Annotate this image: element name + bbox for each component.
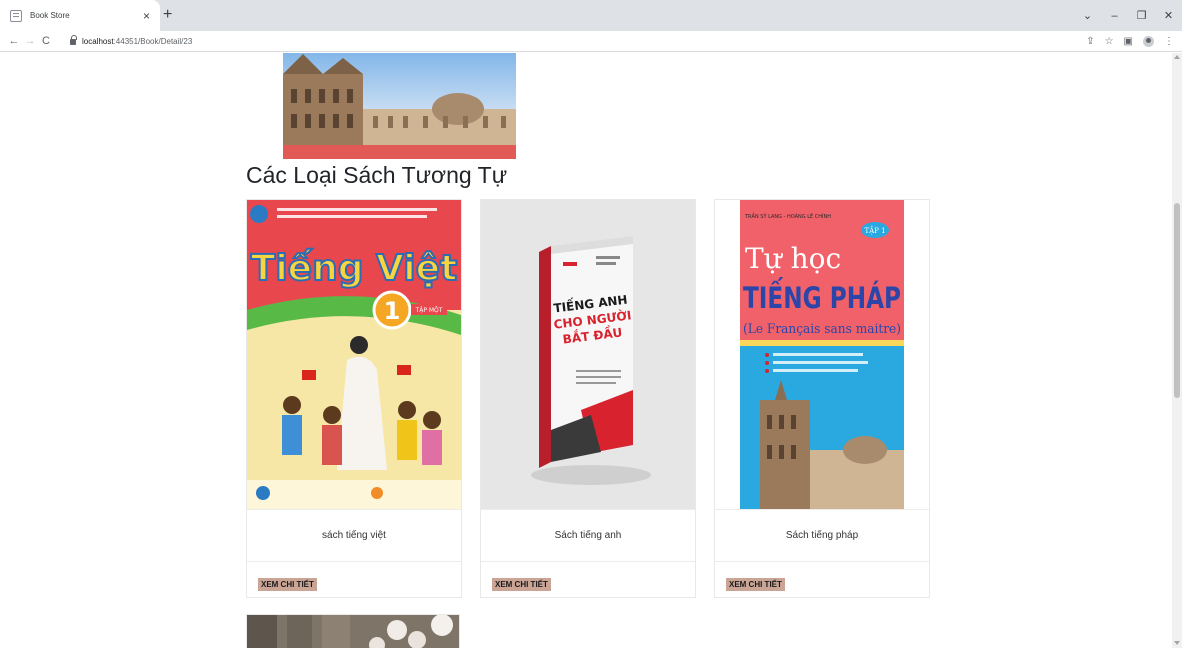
page-viewport: Các Loại Sách Tương Tự Tiếng Việt 1 TẬP … <box>0 53 1172 648</box>
book-card: TRẦN SỸ LANG - HOÀNG LÊ CHÍNH TẬP 1 Tự h… <box>714 199 930 598</box>
url-text[interactable]: localhost:44351/Book/Detail/23 <box>82 37 192 46</box>
tab-strip: Book Store × + ⌄ – ❐ ✕ <box>0 0 1182 31</box>
menu-icon[interactable]: ⋮ <box>1164 36 1174 47</box>
minimize-button[interactable]: – <box>1101 10 1128 22</box>
book-name[interactable]: Sách tiếng pháp <box>715 509 929 561</box>
profile-icon[interactable] <box>1143 36 1154 47</box>
browser-toolbar: ← → C localhost:44351/Book/Detail/23 ⇪ ☆… <box>0 31 1182 52</box>
scroll-down-icon[interactable] <box>1174 641 1180 645</box>
book-card: TIẾNG ANH CHO NGƯỜI BẮT ĐẦU Sách tiếng a… <box>480 199 696 598</box>
book-cover-image[interactable]: Tiếng Việt 1 TẬP MỘT <box>247 200 461 509</box>
book-cover-image[interactable]: TIẾNG ANH CHO NGƯỜI BẮT ĐẦU <box>481 200 695 509</box>
book-card-partial <box>246 614 460 648</box>
sidepanel-icon[interactable]: ▣ <box>1124 36 1133 47</box>
book-name[interactable]: sách tiếng việt <box>247 509 461 561</box>
address-bar[interactable]: localhost:44351/Book/Detail/23 <box>70 35 192 46</box>
book-cover-image <box>283 53 516 159</box>
toolbar-actions: ⇪ ☆ ▣ ⋮ <box>1086 31 1174 52</box>
close-tab-icon[interactable]: × <box>143 10 150 22</box>
lock-icon[interactable] <box>70 35 77 45</box>
svg-text:Tiếng Việt: Tiếng Việt <box>251 248 457 289</box>
new-tab-button[interactable]: + <box>163 6 172 24</box>
tab-book-store[interactable]: Book Store × <box>0 0 160 31</box>
scroll-thumb[interactable] <box>1174 203 1180 398</box>
restore-button[interactable]: ❐ <box>1128 9 1155 22</box>
svg-text:TRẦN SỸ LANG - HOÀNG LÊ CHÍNH: TRẦN SỸ LANG - HOÀNG LÊ CHÍNH <box>744 212 831 220</box>
book-card: Tiếng Việt 1 TẬP MỘT sách tiếng việt XEM… <box>246 199 462 598</box>
star-icon[interactable]: ☆ <box>1105 36 1114 47</box>
view-detail-button[interactable]: XEM CHI TIẾT <box>726 578 785 591</box>
window-controls: ⌄ – ❐ ✕ <box>1074 0 1182 31</box>
svg-text:1: 1 <box>384 297 401 325</box>
svg-text:TIẾNG PHÁP: TIẾNG PHÁP <box>743 278 901 315</box>
building-illustration <box>283 54 516 145</box>
svg-text:Tự học: Tự học <box>745 242 841 275</box>
close-window-button[interactable]: ✕ <box>1155 9 1182 22</box>
book-cover-image[interactable]: TRẦN SỸ LANG - HOÀNG LÊ CHÍNH TẬP 1 Tự h… <box>715 200 929 509</box>
similar-books-heading: Các Loại Sách Tương Tự <box>246 162 508 188</box>
view-detail-button[interactable]: XEM CHI TIẾT <box>258 578 317 591</box>
card-footer: XEM CHI TIẾT <box>715 561 929 598</box>
view-detail-button[interactable]: XEM CHI TIẾT <box>492 578 551 591</box>
svg-text:(Le Français sans maitre): (Le Français sans maitre) <box>743 322 901 337</box>
svg-text:TẬP 1: TẬP 1 <box>864 226 885 235</box>
forward-icon[interactable]: → <box>22 35 38 47</box>
page-scrollbar[interactable] <box>1172 53 1182 648</box>
tab-search-icon[interactable]: ⌄ <box>1074 9 1101 22</box>
svg-text:TẬP MỘT: TẬP MỘT <box>415 307 443 314</box>
reload-icon[interactable]: C <box>38 35 54 47</box>
page-icon <box>10 9 22 22</box>
book-cover-image[interactable] <box>247 615 460 648</box>
card-footer: XEM CHI TIẾT <box>481 561 695 598</box>
book-name[interactable]: Sách tiếng anh <box>481 509 695 561</box>
back-icon[interactable]: ← <box>6 35 22 47</box>
share-icon[interactable]: ⇪ <box>1086 36 1094 47</box>
scroll-up-icon[interactable] <box>1174 55 1180 59</box>
card-footer: XEM CHI TIẾT <box>247 561 461 598</box>
tab-title: Book Store <box>30 11 70 20</box>
